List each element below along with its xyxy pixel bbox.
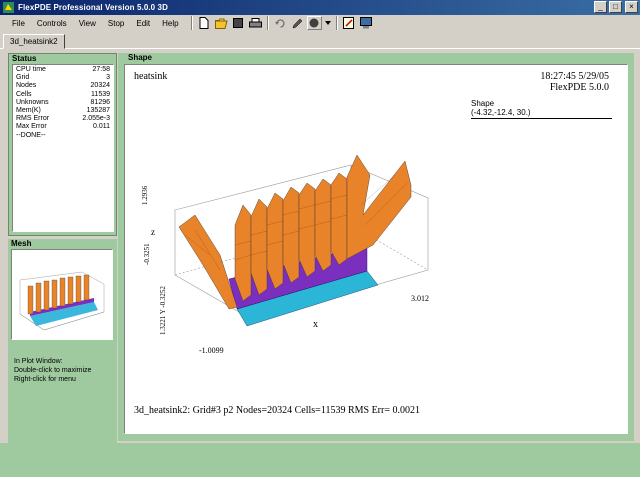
status-label: RMS Error [16, 115, 50, 123]
window-title: FlexPDE Professional Version 5.0.0 3D [18, 3, 168, 12]
menu-file[interactable]: File [0, 19, 31, 28]
y-range-label: 1.3221 Y -0.3252 [159, 286, 167, 335]
close-button[interactable]: × [625, 1, 638, 13]
status-done: --DONE-- [16, 131, 46, 139]
tab-3d-heatsink2[interactable]: 3d_heatsink2 [3, 34, 65, 49]
mesh-thumbnail[interactable] [11, 249, 113, 340]
heatsink-3d-plot: z 1.2936 -0.3251 1.3221 Y -0.3252 x 3.01… [141, 154, 429, 355]
minimize-button[interactable]: _ [594, 1, 607, 13]
status-row: Cells 11539 [16, 91, 110, 99]
plot-window[interactable]: heatsink 18:27:45 5/29/05 FlexPDE 5.0.0 … [124, 64, 628, 434]
toolbar-separator [190, 16, 193, 30]
menu-controls[interactable]: Controls [31, 19, 73, 28]
z-axis-label: z [151, 227, 155, 237]
status-label: CPU time [16, 66, 46, 73]
edit-document-icon[interactable] [342, 16, 357, 30]
right-fin [346, 154, 412, 260]
x-axis-label: x [313, 319, 318, 330]
status-value: 20324 [90, 82, 110, 90]
menu-view[interactable]: View [73, 19, 102, 28]
pencil-icon[interactable] [290, 16, 305, 30]
plot-window-hint: In Plot Window: Double-click to maximize… [14, 357, 91, 384]
status-label: Cells [16, 90, 32, 98]
status-header: Status [12, 54, 37, 63]
hint-line: In Plot Window: [14, 358, 63, 365]
status-row: Mem(K) 135287 [16, 107, 110, 115]
shape-header: Shape [128, 53, 153, 62]
status-value: 81296 [90, 98, 110, 106]
status-label: Grid [16, 74, 30, 82]
toolbar-separator [335, 16, 338, 30]
shape-panel: Shape heatsink 18:27:45 5/29/05 FlexPDE … [118, 53, 634, 441]
z-min-label: -0.3251 [143, 243, 151, 265]
menu-edit[interactable]: Edit [130, 19, 156, 28]
stop-square-icon[interactable] [231, 16, 246, 30]
z-max-label: 1.2936 [141, 185, 149, 205]
toolbar [189, 16, 374, 30]
monitor-icon[interactable] [359, 16, 374, 30]
title-bar: FlexPDE Professional Version 5.0.0 3D _ … [0, 0, 640, 15]
print-icon[interactable] [248, 16, 263, 30]
status-value: 135287 [86, 107, 110, 115]
status-value: 0.011 [93, 123, 110, 131]
bottom-status-bar [0, 443, 640, 477]
status-panel: Status CPU time 27:58 Grid 3 Nodes 20324 Ce… [8, 53, 117, 236]
hint-line: Double-click to maximize [14, 367, 92, 374]
status-row: Grid 3 [16, 74, 110, 82]
x-max-label: 3.012 [411, 294, 429, 303]
menu-bar: File Controls View Stop Edit Help [0, 15, 640, 31]
circle-icon[interactable] [306, 16, 322, 30]
status-label: Mem(K) [16, 107, 41, 115]
status-box: CPU time 27:58 Grid 3 Nodes 20324 Cells 1153… [12, 64, 114, 232]
mesh-thumbnail-image [19, 271, 105, 331]
left-fin [178, 214, 238, 310]
maximize-button[interactable]: □ [609, 1, 622, 13]
toolbar-separator [266, 16, 269, 30]
status-row: Max Error 0.011 [16, 123, 110, 131]
status-label: Unknowns [16, 98, 49, 106]
menu-stop[interactable]: Stop [102, 19, 130, 28]
status-label: Nodes [16, 82, 37, 90]
new-file-icon[interactable] [197, 16, 212, 30]
status-value: 11539 [91, 90, 110, 98]
status-value: 3 [106, 74, 110, 82]
status-row: Unknowns 81296 [16, 99, 110, 107]
rotate-icon[interactable] [273, 16, 288, 30]
status-row: Nodes 20324 [16, 82, 110, 90]
plot-footer: 3d_heatsink2: Grid#3 p2 Nodes=20324 Cell… [134, 405, 420, 416]
dropdown-icon[interactable] [324, 16, 332, 30]
hint-line: Right-click for menu [14, 376, 76, 383]
status-row: RMS Error 2.055e-3 [16, 115, 110, 123]
open-folder-icon[interactable] [214, 16, 229, 30]
x-min-label: -1.0099 [199, 346, 224, 355]
status-value: 27:58 [92, 66, 110, 73]
menu-help[interactable]: Help [156, 19, 184, 28]
mesh-header: Mesh [11, 239, 32, 248]
status-label: Max Error [16, 123, 47, 131]
document-tabs: 3d_heatsink2 [0, 31, 640, 49]
app-icon [3, 2, 14, 13]
status-value: 2.055e-3 [82, 115, 110, 123]
mesh-panel: Mesh In Plot Window: Double-click to max… [8, 239, 117, 469]
status-row: CPU time 27:58 [16, 66, 110, 74]
